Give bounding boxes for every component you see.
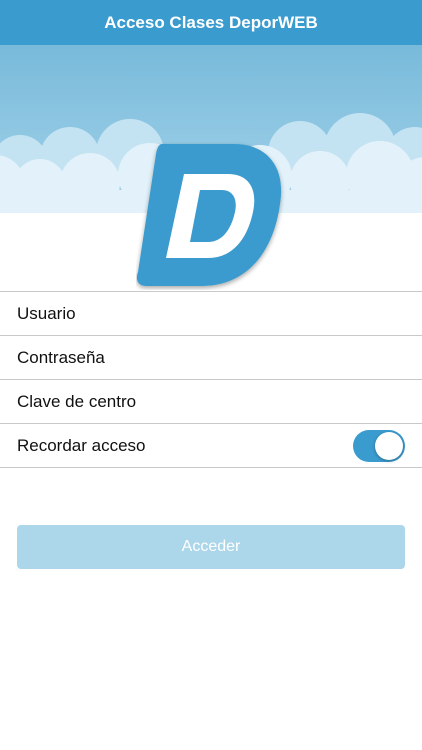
user-input[interactable] (17, 303, 405, 324)
nav-bar: Acceso Clases DeporWEB (0, 0, 422, 45)
remember-toggle[interactable] (353, 429, 405, 462)
password-input[interactable] (17, 347, 405, 368)
center-key-row (0, 380, 422, 424)
deporweb-logo (136, 144, 282, 286)
remember-label: Recordar acceso (17, 435, 146, 455)
acceder-button-label: Acceder (181, 538, 241, 555)
user-row (0, 292, 422, 336)
login-form: Recordar acceso (0, 291, 422, 468)
remember-row: Recordar acceso (0, 424, 422, 468)
acceder-button[interactable]: Acceder (17, 525, 405, 569)
page-title: Acceso Clases DeporWEB (104, 12, 318, 32)
toggle-knob (375, 431, 403, 460)
center-key-input[interactable] (17, 391, 405, 412)
password-row (0, 336, 422, 380)
